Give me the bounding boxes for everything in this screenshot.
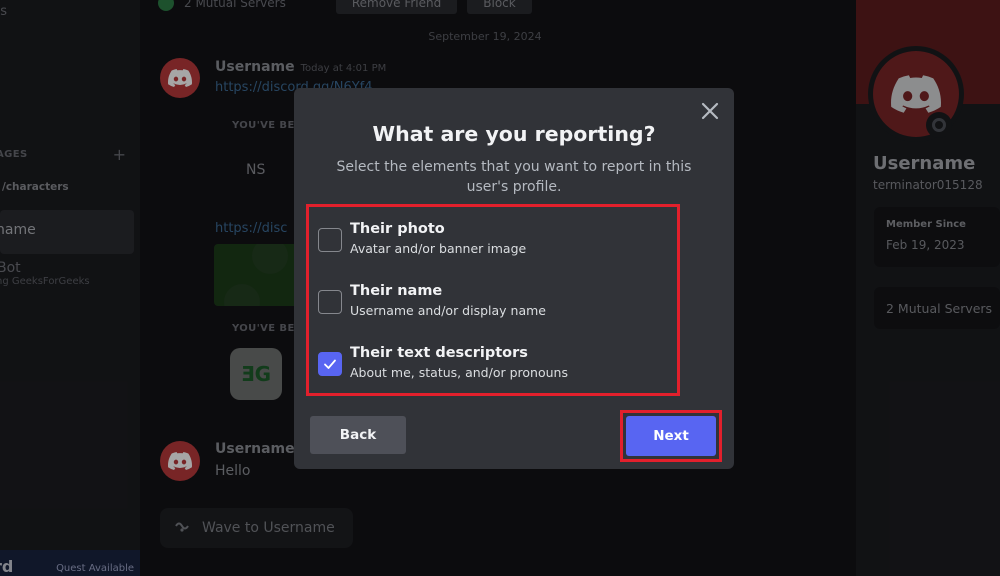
report-option-photo[interactable]: Their photo Avatar and/or banner image — [318, 220, 658, 262]
name-checkbox[interactable] — [318, 290, 342, 314]
checkmark-icon — [324, 359, 336, 369]
report-option-name[interactable]: Their name Username and/or display name — [318, 282, 658, 324]
text-descriptors-checkbox[interactable] — [318, 352, 342, 376]
option-title: Their text descriptors — [350, 345, 528, 361]
photo-checkbox[interactable] — [318, 228, 342, 252]
option-description: Username and/or display name — [350, 303, 546, 318]
report-option-text-descriptors[interactable]: Their text descriptors About me, status,… — [318, 344, 658, 386]
option-text: Their name Username and/or display name — [350, 282, 546, 319]
next-button[interactable]: Next — [626, 416, 716, 456]
option-title: Their photo — [350, 221, 445, 237]
close-button[interactable] — [699, 100, 721, 122]
option-text: Their photo Avatar and/or banner image — [350, 220, 526, 257]
option-description: Avatar and/or banner image — [350, 241, 527, 256]
back-button[interactable]: Back — [310, 416, 406, 454]
report-modal: What are you reporting? Select the eleme… — [294, 88, 734, 469]
modal-title: What are you reporting? — [372, 122, 656, 146]
option-description: About me, status, and/or pronouns — [350, 365, 568, 380]
option-text: Their text descriptors About me, status,… — [350, 344, 568, 381]
close-icon — [701, 102, 719, 120]
modal-subtitle: Select the elements that you want to rep… — [336, 159, 692, 195]
option-title: Their name — [350, 283, 443, 299]
